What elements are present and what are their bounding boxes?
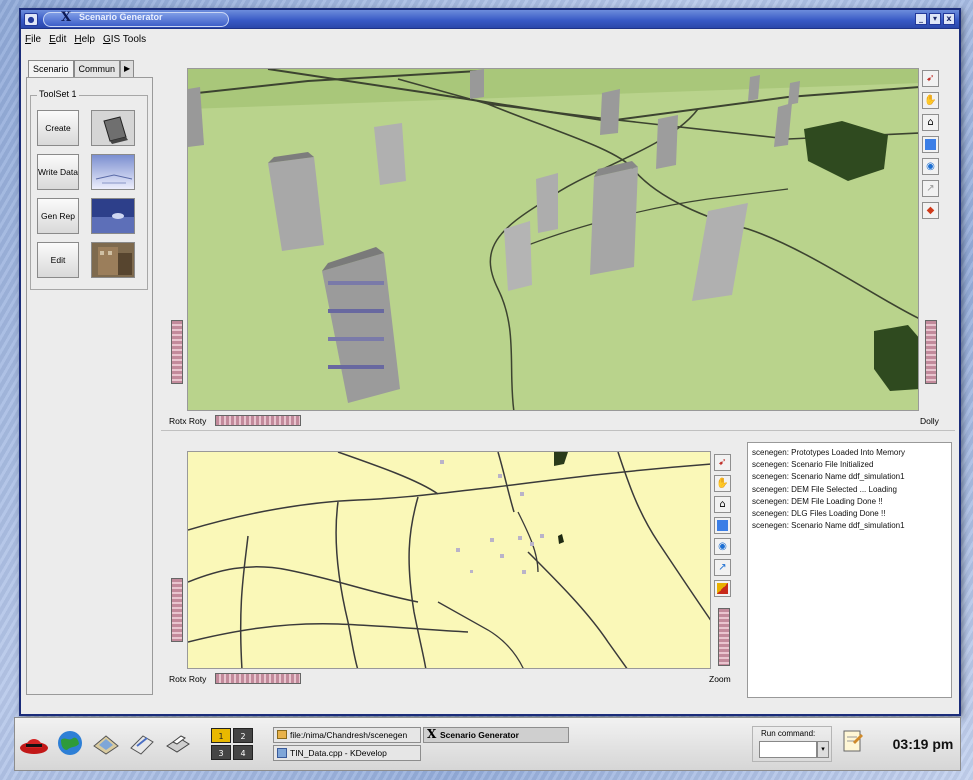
3d-terrain-view[interactable] bbox=[187, 68, 919, 411]
window-menu-button[interactable]: ● bbox=[24, 13, 38, 26]
menu-edit[interactable]: Edit bbox=[49, 34, 66, 45]
title-bar[interactable]: ● X Scenario Generator _ ▾ x bbox=[21, 10, 959, 29]
log-line: scenegen: DLG Files Loading Done !! bbox=[752, 509, 886, 519]
edit-thumbnail-icon[interactable] bbox=[91, 242, 135, 278]
2d-zoom-label: Zoom bbox=[709, 674, 731, 684]
building bbox=[504, 221, 532, 291]
2d-zoom-wheel[interactable] bbox=[718, 608, 730, 666]
mail-icon[interactable] bbox=[91, 728, 121, 758]
clock[interactable]: 03:19 pm bbox=[887, 726, 959, 762]
task-label: file:/nima/Chandresh/scenegen bbox=[290, 730, 408, 740]
gen-rep-button[interactable]: Gen Rep bbox=[37, 198, 79, 234]
message-log[interactable]: scenegen: Prototypes Loaded Into Memory … bbox=[747, 442, 952, 698]
redhat-menu-icon[interactable] bbox=[19, 728, 49, 758]
2d-roty-wheel[interactable] bbox=[215, 673, 301, 684]
2d-map-scene bbox=[188, 452, 710, 668]
folder-icon bbox=[277, 730, 287, 739]
log-line: scenegen: Scenario File Initialized bbox=[752, 460, 874, 470]
window-title: Scenario Generator bbox=[79, 12, 163, 22]
log-line: scenegen: DEM File Loading Done !! bbox=[752, 496, 883, 506]
minimize-button[interactable]: _ bbox=[915, 13, 927, 25]
seek-icon[interactable]: ↗ bbox=[714, 559, 731, 576]
perspective-icon[interactable] bbox=[714, 580, 731, 597]
x-logo-icon: X bbox=[61, 10, 72, 25]
run-command-dropdown-icon[interactable]: ▾ bbox=[817, 741, 829, 758]
edit-button[interactable]: Edit bbox=[37, 242, 79, 278]
3d-dolly-label: Dolly bbox=[920, 416, 939, 426]
3d-scene bbox=[188, 69, 918, 410]
pick-arrow-icon[interactable]: ➹ bbox=[714, 454, 731, 471]
panel-tabs: Scenario Commun ▶ bbox=[28, 60, 135, 78]
building bbox=[656, 115, 678, 169]
log-line: scenegen: Prototypes Loaded Into Memory bbox=[752, 448, 905, 457]
task-label: Scenario Generator bbox=[440, 730, 519, 740]
toolset-group: ToolSet 1 Create Write Data Gen Rep Edit bbox=[30, 89, 148, 290]
eye-icon[interactable]: ◉ bbox=[922, 158, 939, 175]
building bbox=[590, 167, 638, 275]
home-icon[interactable]: ⌂ bbox=[714, 496, 731, 513]
write-data-thumbnail-icon[interactable] bbox=[91, 154, 135, 190]
maximize-button[interactable]: ▾ bbox=[929, 13, 941, 25]
desktop-1[interactable]: 1 bbox=[211, 728, 231, 743]
home-icon[interactable]: ⌂ bbox=[922, 114, 939, 131]
log-line: scenegen: Scenario Name ddf_simulation1 bbox=[752, 472, 905, 482]
3d-rotx-wheel[interactable] bbox=[171, 320, 183, 384]
menu-gis-tools[interactable]: GIS Tools bbox=[103, 34, 146, 45]
run-command-label: Run command: bbox=[761, 729, 816, 738]
task-file-manager[interactable]: file:/nima/Chandresh/scenegen bbox=[273, 727, 421, 743]
writer-icon[interactable] bbox=[127, 728, 157, 758]
run-command-applet: Run command: ▾ bbox=[752, 726, 832, 762]
pane-divider[interactable] bbox=[161, 430, 955, 434]
hand-icon[interactable]: ✋ bbox=[922, 92, 939, 109]
building bbox=[470, 69, 484, 99]
eye-icon[interactable]: ◉ bbox=[714, 538, 731, 555]
log-line: scenegen: Scenario Name ddf_simulation1 bbox=[752, 521, 905, 531]
menu-help[interactable]: Help bbox=[74, 34, 95, 45]
run-command-input[interactable] bbox=[759, 741, 817, 758]
view-all-icon[interactable] bbox=[922, 136, 939, 153]
log-line: scenegen: DEM File Selected ... Loading bbox=[752, 484, 897, 494]
hand-icon[interactable]: ✋ bbox=[714, 475, 731, 492]
create-thumbnail-icon[interactable] bbox=[91, 110, 135, 146]
desktop-3[interactable]: 3 bbox=[211, 745, 231, 760]
close-button[interactable]: x bbox=[943, 13, 955, 25]
building bbox=[536, 173, 558, 233]
notes-icon[interactable] bbox=[841, 728, 863, 754]
menu-file[interactable]: File bbox=[25, 34, 41, 45]
seek-icon[interactable]: ↗ bbox=[922, 180, 939, 197]
2d-rotate-label: Rotx Roty bbox=[169, 674, 207, 684]
3d-rotate-label: Rotx Roty bbox=[169, 416, 207, 426]
2d-view-toolbar: ➹ ✋ ⌂ ◉ ↗ bbox=[714, 454, 731, 597]
gen-rep-thumbnail-icon[interactable] bbox=[91, 198, 135, 234]
pick-arrow-icon[interactable]: ➹ bbox=[922, 70, 939, 87]
toolset-label: ToolSet 1 bbox=[37, 89, 79, 99]
x-logo-icon: X bbox=[427, 727, 437, 741]
menu-bar: File Edit Help GIS Tools bbox=[21, 30, 959, 48]
building bbox=[600, 89, 620, 135]
3d-dolly-wheel[interactable] bbox=[925, 320, 937, 384]
3d-view-toolbar: ➹ ✋ ⌂ ◉ ↗ ◆ bbox=[922, 70, 939, 219]
desktop-4[interactable]: 4 bbox=[233, 745, 253, 760]
3d-roty-wheel[interactable] bbox=[215, 415, 301, 426]
tab-scenario[interactable]: Scenario bbox=[28, 60, 74, 78]
taskbar: 1 2 3 4 file:/nima/Chandresh/scenegen X … bbox=[14, 717, 961, 771]
task-scenario-generator[interactable]: X Scenario Generator bbox=[423, 727, 569, 743]
2d-rotx-wheel[interactable] bbox=[171, 578, 183, 642]
view-all-icon[interactable] bbox=[714, 517, 731, 534]
scenario-generator-window: ● X Scenario Generator _ ▾ x File Edit H… bbox=[19, 8, 961, 716]
write-data-button[interactable]: Write Data bbox=[37, 154, 79, 190]
2d-map-view[interactable] bbox=[187, 451, 711, 669]
task-label: TIN_Data.cpp - KDevelop bbox=[290, 748, 387, 758]
kdevelop-icon bbox=[277, 748, 287, 758]
printer-icon[interactable] bbox=[163, 728, 193, 758]
task-kdevelop[interactable]: TIN_Data.cpp - KDevelop bbox=[273, 745, 421, 761]
web-browser-icon[interactable] bbox=[55, 728, 85, 758]
perspective-icon[interactable]: ◆ bbox=[922, 202, 939, 219]
create-button[interactable]: Create bbox=[37, 110, 79, 146]
tab-scroll-right-icon[interactable]: ▶ bbox=[120, 60, 135, 78]
desktop-2[interactable]: 2 bbox=[233, 728, 253, 743]
desktop-pager: 1 2 3 4 bbox=[211, 728, 253, 760]
tab-commun[interactable]: Commun bbox=[73, 60, 121, 78]
left-panel: ToolSet 1 Create Write Data Gen Rep Edit bbox=[26, 77, 153, 695]
